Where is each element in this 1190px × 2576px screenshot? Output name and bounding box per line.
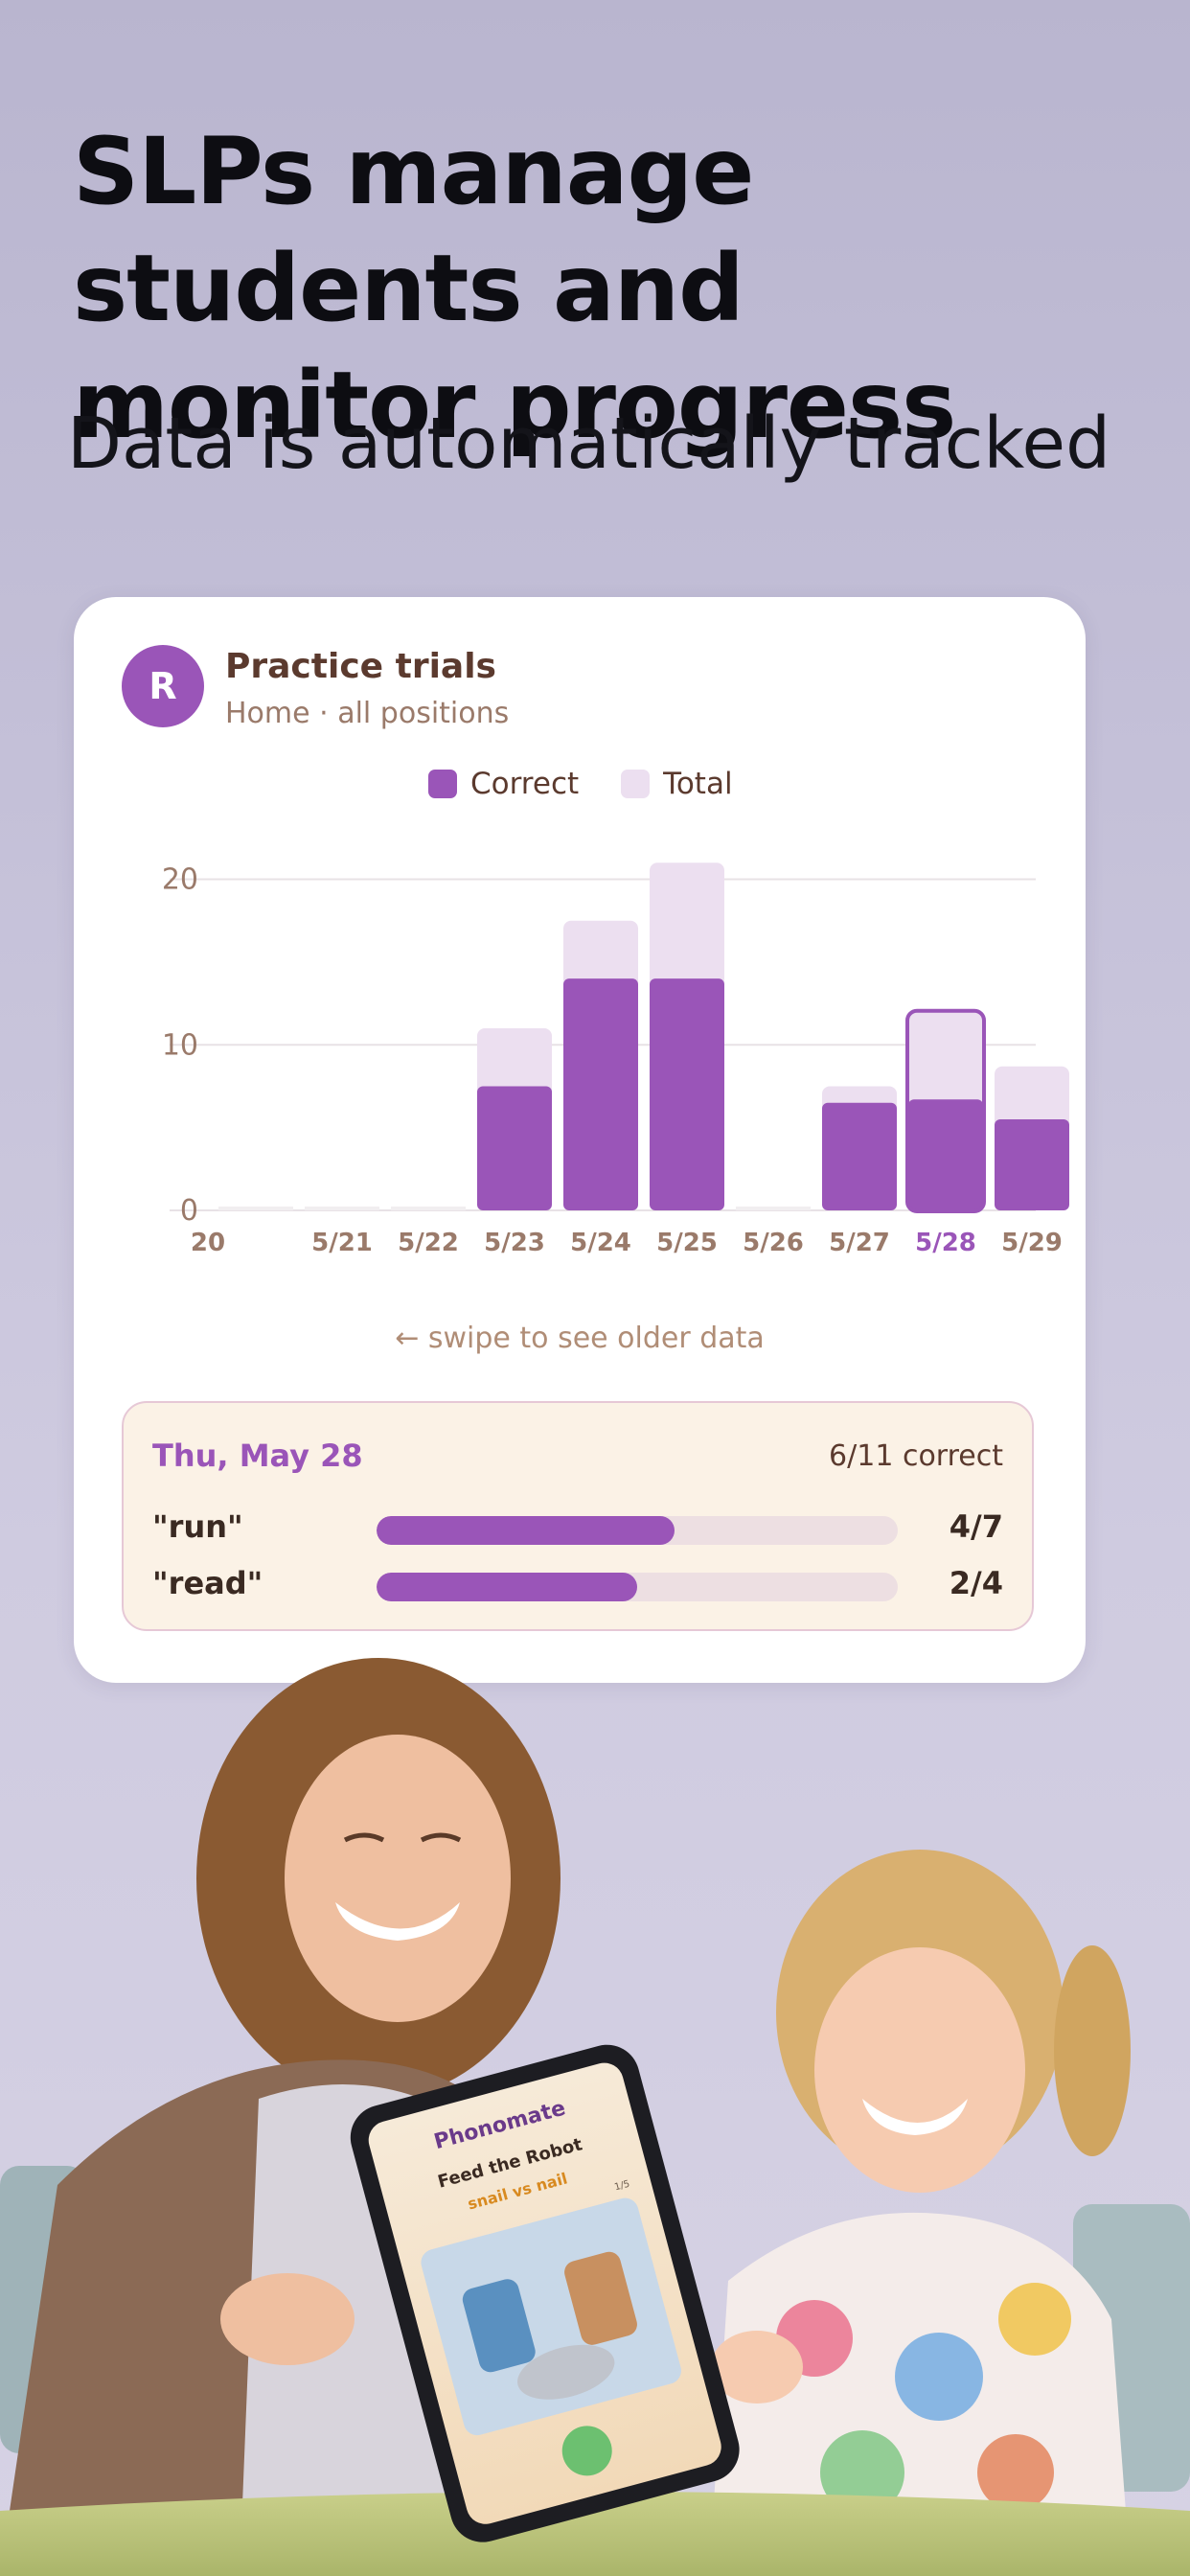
legend-swatch-correct: [428, 770, 457, 798]
day-detail-panel: Thu, May 28 6/11 correct "run" 4/7 "read…: [122, 1401, 1034, 1631]
word-count: 4/7: [949, 1508, 1003, 1545]
detail-summary: 6/11 correct: [829, 1439, 1003, 1473]
legend-item-total: Total: [621, 767, 733, 801]
bar-correct: [563, 978, 638, 1210]
detail-date: Thu, May 28: [152, 1438, 363, 1474]
bar-correct: [908, 1099, 983, 1210]
photo-slp-with-child: Phonomate Feed the Robot snail vs nail 1…: [0, 1648, 1190, 2576]
x-tick-label: 5/21: [311, 1229, 373, 1257]
student-avatar[interactable]: R: [122, 645, 204, 727]
y-tick-label: 20: [162, 863, 198, 897]
word-progress-track: [377, 1516, 898, 1545]
bar-empty: [736, 1207, 811, 1210]
subheadline: Data is automatically tracked: [67, 402, 1111, 485]
y-tick-label: 0: [180, 1194, 198, 1228]
card-subtitle: Home · all positions: [225, 697, 510, 730]
word-row-read: "read" 2/4: [152, 1559, 1003, 1607]
legend-label-correct: Correct: [470, 767, 580, 801]
y-tick-label: 10: [162, 1028, 198, 1062]
child-face: [814, 1947, 1025, 2193]
woman-hand: [220, 2273, 355, 2365]
bar-empty: [218, 1207, 293, 1210]
word-count: 2/4: [949, 1565, 1003, 1601]
x-tick-label: 5/28: [915, 1229, 976, 1257]
x-tick-label: 5/23: [484, 1229, 545, 1257]
bar-correct: [995, 1119, 1069, 1210]
bar-empty: [305, 1207, 379, 1210]
word-label: "read": [152, 1565, 263, 1601]
word-label: "run": [152, 1508, 243, 1545]
word-progress-track: [377, 1573, 898, 1601]
x-tick-label: 5/29: [1001, 1229, 1063, 1257]
bar-correct: [477, 1086, 552, 1210]
bar-correct: [822, 1102, 897, 1210]
x-tick-label: 5/24: [570, 1229, 631, 1257]
x-tick-label: 20: [191, 1229, 225, 1257]
bar-empty: [391, 1207, 466, 1210]
x-tick-label: 5/26: [743, 1229, 804, 1257]
legend-label-total: Total: [663, 767, 733, 801]
swipe-hint: ← swipe to see older data: [395, 1322, 765, 1355]
word-row-run: "run" 4/7: [152, 1503, 1003, 1551]
card-title: Practice trials: [225, 647, 496, 686]
bar-correct: [650, 978, 724, 1210]
x-tick-label: 5/22: [398, 1229, 459, 1257]
chart-legend: Correct Total: [428, 760, 733, 808]
legend-swatch-total: [621, 770, 651, 798]
x-tick-label: 5/25: [656, 1229, 718, 1257]
woman-face: [285, 1735, 511, 2022]
word-progress-fill: [377, 1516, 675, 1545]
word-progress-fill: [377, 1573, 637, 1601]
practice-trials-card: R Practice trials Home · all positions C…: [74, 597, 1086, 1683]
practice-trials-chart[interactable]: 0 10 20 20 5/21 5/22 5/23 5/24 5/25 5/26 5/27 5/28 5…: [74, 837, 1086, 1297]
x-tick-label: 5/27: [829, 1229, 890, 1257]
illustration-svg: Phonomate Feed the Robot snail vs nail 1…: [0, 1658, 1190, 2576]
legend-item-correct: Correct: [428, 767, 579, 801]
